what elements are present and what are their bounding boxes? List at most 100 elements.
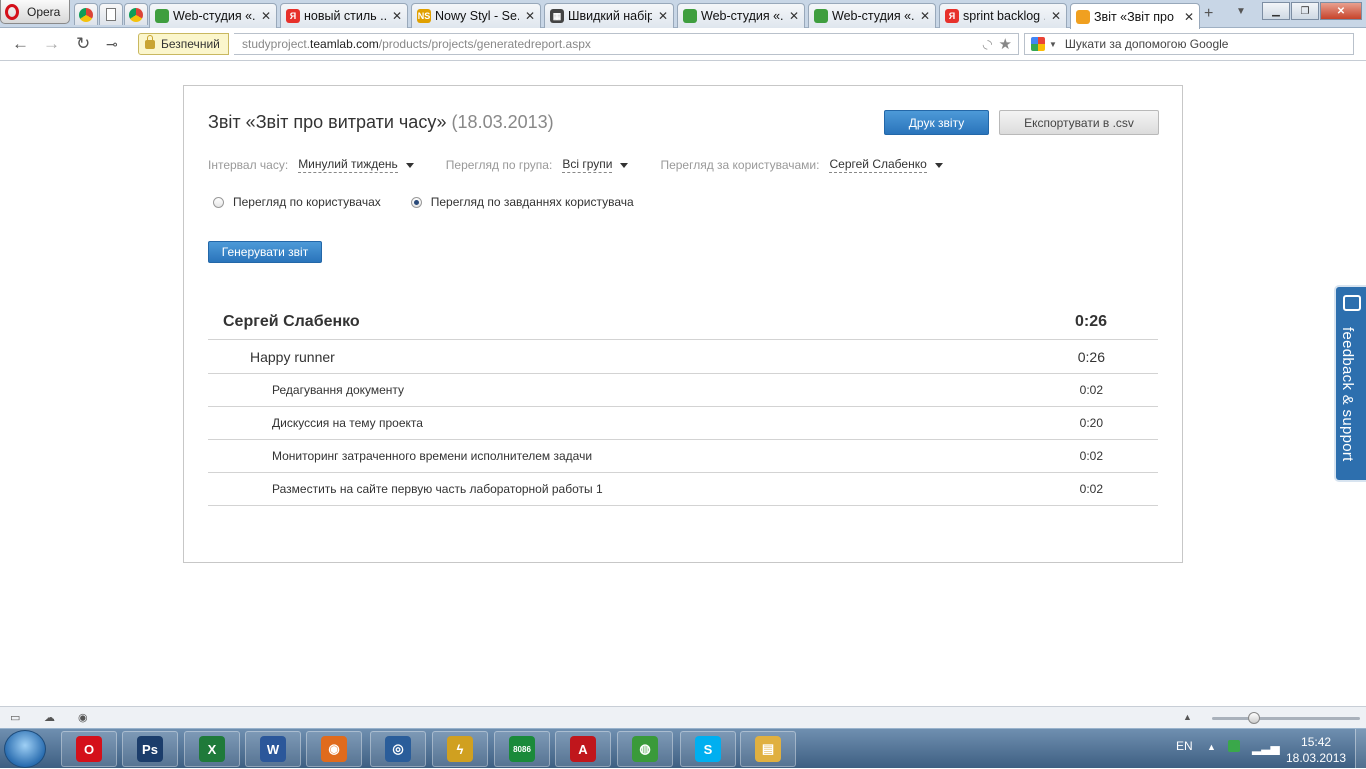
browser-tab[interactable]: Web-студия «... ✕ xyxy=(149,3,277,28)
browser-tab[interactable]: ▦ Швидкий набір ✕ xyxy=(544,3,674,28)
app-icon: ◍ xyxy=(632,736,658,762)
radio-by-tasks[interactable] xyxy=(410,196,422,208)
taskbar-app-button[interactable]: ◎ xyxy=(370,731,426,767)
opera-logo-icon xyxy=(5,3,19,20)
search-placeholder: Шукати за допомогою Google xyxy=(1064,37,1229,51)
app-icon: A xyxy=(570,736,596,762)
url-prefix: studyproject. xyxy=(242,37,311,51)
close-tab-icon[interactable]: ✕ xyxy=(1051,9,1061,23)
tab-title: Nowy Styl - Se... xyxy=(435,9,519,23)
radio-by-users-label[interactable]: Перегляд по користувачах xyxy=(233,195,381,209)
tab-favicon-icon: Я xyxy=(945,9,959,23)
table-row: Мониторинг затраченного времени исполнит… xyxy=(208,440,1158,473)
table-row: Редагування документу 0:02 xyxy=(208,374,1158,407)
feedback-support-tab[interactable]: feedback & support xyxy=(1334,285,1366,482)
taskbar-app-button[interactable]: ◍ xyxy=(617,731,673,767)
browser-tab[interactable]: Яновый стиль ... ✕ xyxy=(280,3,408,28)
taskbar-app-button[interactable]: ◉ xyxy=(306,731,362,767)
tab-favicon-icon xyxy=(814,9,828,23)
security-label: Безпечний xyxy=(161,37,220,51)
app-icon: O xyxy=(76,736,102,762)
shield-icon[interactable] xyxy=(1228,740,1240,755)
show-desktop-button[interactable] xyxy=(1355,729,1366,769)
browser-tab[interactable]: Web-студия «... ✕ xyxy=(677,3,805,28)
browser-tab[interactable]: Web-студия «... ✕ xyxy=(808,3,936,28)
chevron-down-icon[interactable] xyxy=(405,162,414,168)
view-mode-options: Перегляд по користувачах Перегляд по зав… xyxy=(213,195,664,209)
project-total-time: 0:26 xyxy=(1077,348,1105,365)
bookmark-star-icon[interactable]: ★ xyxy=(999,35,1012,53)
panel-toggle-icon[interactable]: ▭ xyxy=(10,711,20,724)
app-icon: 8086 xyxy=(509,736,535,762)
taskbar-app-button[interactable]: S xyxy=(680,731,736,767)
tab-list-chevron-icon[interactable]: ▼ xyxy=(1236,6,1246,17)
url-domain: teamlab.com xyxy=(310,37,379,51)
radio-by-tasks-label[interactable]: Перегляд по завданнях користувача xyxy=(431,195,634,209)
radio-by-users[interactable] xyxy=(213,196,224,208)
start-button[interactable] xyxy=(4,730,46,768)
language-indicator[interactable]: EN xyxy=(1176,739,1193,753)
taskbar-app-button[interactable]: X xyxy=(184,731,240,767)
task-time: 0:02 xyxy=(1079,482,1103,496)
url-field[interactable]: studyproject. teamlab.com/products/projec… xyxy=(234,33,1019,55)
app-icon: ▤ xyxy=(755,736,781,762)
user-select[interactable]: Сергей Слабенко xyxy=(829,157,927,173)
zoom-up-icon[interactable]: ▲ xyxy=(1183,712,1192,722)
close-tab-icon[interactable]: ✕ xyxy=(525,9,535,23)
generate-report-button[interactable]: Генерувати звіт xyxy=(208,241,322,263)
taskbar-app-button[interactable]: O xyxy=(61,731,117,767)
back-arrow-icon[interactable]: ← xyxy=(12,34,29,54)
network-signal-icon[interactable]: ▂▃▅ xyxy=(1252,741,1280,755)
interval-select[interactable]: Минулий тиждень xyxy=(298,157,398,173)
restore-button[interactable]: ❐ xyxy=(1291,2,1319,20)
opera-menu-button[interactable]: Opera xyxy=(0,0,70,24)
browser-tab[interactable]: Яsprint backlog ... ✕ xyxy=(939,3,1067,28)
close-tab-icon[interactable]: ✕ xyxy=(261,9,271,23)
close-tab-icon[interactable]: ✕ xyxy=(789,9,799,23)
close-tab-icon[interactable]: ✕ xyxy=(920,9,930,23)
forward-arrow-icon[interactable]: → xyxy=(43,34,60,54)
task-name: Разместить на сайте первую часть лаборат… xyxy=(272,482,603,496)
key-icon[interactable]: ⊸ xyxy=(106,36,118,53)
minimize-button[interactable]: ▁ xyxy=(1262,2,1290,20)
pinned-tab-chrome-2[interactable] xyxy=(124,3,148,25)
close-tab-icon[interactable]: ✕ xyxy=(658,9,668,23)
close-tab-icon[interactable]: ✕ xyxy=(1184,10,1194,24)
table-row: Дискуссия на тему проекта 0:20 xyxy=(208,407,1158,440)
zoom-slider-knob[interactable] xyxy=(1248,712,1260,724)
rss-icon[interactable]: ◟◝ xyxy=(983,37,992,51)
chevron-down-icon[interactable] xyxy=(934,162,943,168)
export-csv-button[interactable]: Експортувати в .csv xyxy=(999,110,1159,135)
turbo-icon[interactable]: ◉ xyxy=(78,711,88,724)
search-field[interactable]: ▼ Шукати за допомогою Google xyxy=(1024,33,1354,55)
new-tab-button[interactable]: + xyxy=(1204,5,1213,23)
security-badge[interactable]: Безпечний xyxy=(138,33,229,55)
browser-tab[interactable]: NS Nowy Styl - Se... ✕ xyxy=(411,3,541,28)
search-engine-dropdown-icon[interactable]: ▼ xyxy=(1049,40,1057,49)
app-icon: W xyxy=(260,736,286,762)
system-clock[interactable]: 15:42 18.03.2013 xyxy=(1286,734,1346,766)
browser-tab[interactable]: Звіт «Звіт про ... ✕ xyxy=(1070,3,1200,29)
reload-icon[interactable]: ↻ xyxy=(76,34,90,54)
tab-title: sprint backlog ... xyxy=(963,9,1045,23)
chevron-down-icon[interactable] xyxy=(620,162,629,168)
close-window-button[interactable]: ✕ xyxy=(1320,2,1362,20)
group-select[interactable]: Всі групи xyxy=(562,157,613,173)
tab-title: Web-студия «... xyxy=(832,9,914,23)
taskbar-app-button[interactable]: W xyxy=(245,731,301,767)
opera-unite-icon[interactable]: ☁ xyxy=(44,711,55,724)
pinned-tab-blank[interactable] xyxy=(99,3,123,25)
print-report-button[interactable]: Друк звіту xyxy=(884,110,989,135)
taskbar-app-button[interactable]: ▤ xyxy=(740,731,796,767)
close-tab-icon[interactable]: ✕ xyxy=(392,9,402,23)
taskbar-app-button[interactable]: Ps xyxy=(122,731,178,767)
taskbar-app-button[interactable]: A xyxy=(555,731,611,767)
tab-favicon-icon xyxy=(155,9,169,23)
user-label: Перегляд за користувачами: xyxy=(660,158,820,172)
taskbar-app-button[interactable]: ϟ xyxy=(432,731,488,767)
tray-expand-icon[interactable]: ▲ xyxy=(1207,742,1216,752)
taskbar-app-button[interactable]: 8086 xyxy=(494,731,550,767)
report-date: (18.03.2013) xyxy=(451,112,554,132)
zoom-slider[interactable] xyxy=(1212,712,1360,724)
pinned-tab-chrome[interactable] xyxy=(74,3,98,25)
